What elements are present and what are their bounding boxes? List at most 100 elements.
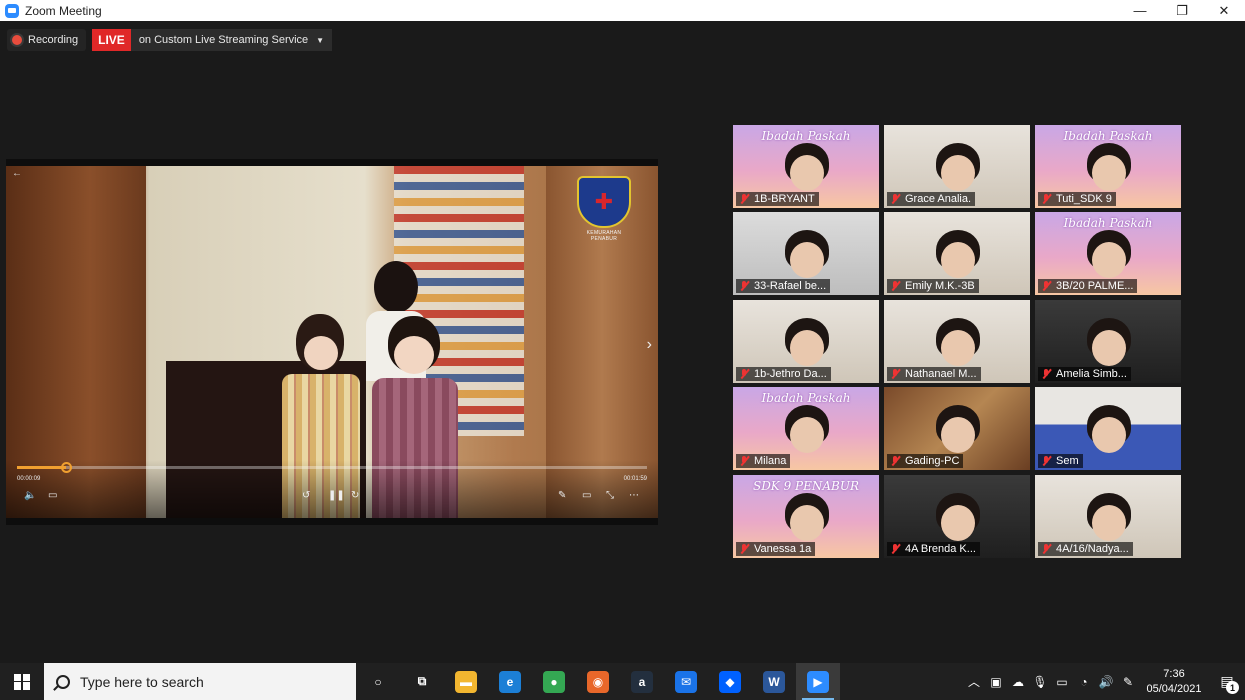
participant-name-label: 4A Brenda K... xyxy=(887,542,980,556)
subtitles-icon[interactable]: ▭ xyxy=(48,490,57,501)
back-arrow-icon[interactable]: ← xyxy=(12,168,22,179)
meeting-area: Recording LIVE on Custom Live Streaming … xyxy=(0,21,1245,663)
participant-name-label: Grace Analia. xyxy=(887,192,976,206)
microphone-muted-icon xyxy=(1040,368,1052,380)
seek-handle[interactable] xyxy=(60,462,72,473)
taskbar-search-box[interactable]: Type here to search xyxy=(44,663,356,700)
pause-icon[interactable]: ❚❚ xyxy=(328,490,345,501)
participant-name-label: 1b-Jethro Da... xyxy=(736,367,831,381)
rewind-icon[interactable]: ↺ xyxy=(302,490,310,501)
participant-name: 4A Brenda K... xyxy=(905,543,976,555)
participant-tile[interactable]: 4A/16/Nadya... xyxy=(1035,475,1181,558)
task-view-icon: ⧉ xyxy=(417,674,427,688)
participant-tile[interactable]: 4A Brenda K... xyxy=(884,475,1030,558)
shared-screen[interactable]: ✚ KEMURAHAN PENABUR ← › 00:00:09 00:01:5… xyxy=(6,159,658,525)
seek-bar[interactable] xyxy=(17,462,647,473)
participant-tile[interactable]: Ibadah Paskah 3B/20 PALME... xyxy=(1035,212,1181,295)
search-icon xyxy=(56,674,70,689)
taskbar-app-chrome[interactable]: ● xyxy=(532,663,576,700)
live-stream-dropdown[interactable]: on Custom Live Streaming Service ▼ xyxy=(130,29,333,51)
participant-face xyxy=(790,505,824,541)
participant-tile[interactable]: 33-Rafael be... xyxy=(733,212,879,295)
logo-caption: KEMURAHAN PENABUR xyxy=(586,230,622,242)
participant-name-label: Amelia Simb... xyxy=(1038,367,1131,381)
virtual-background-title: Ibadah Paskah xyxy=(1063,216,1153,230)
taskbar-app-firefox[interactable]: ◉ xyxy=(576,663,620,700)
participant-name: Tuti_SDK 9 xyxy=(1056,193,1112,205)
participant-face xyxy=(790,330,824,366)
virtual-background-title: SDK 9 PENABUR xyxy=(752,479,860,493)
onedrive-icon[interactable]: ☁ xyxy=(1007,663,1029,700)
microphone-muted-icon xyxy=(738,455,750,467)
participant-name-label: 4A/16/Nadya... xyxy=(1038,542,1133,556)
more-icon[interactable]: ⋯ xyxy=(629,490,639,501)
windows-logo-icon xyxy=(14,673,30,690)
microphone-muted-icon xyxy=(889,280,901,292)
battery-icon[interactable]: ▭ xyxy=(1051,663,1073,700)
participant-name: Gading-PC xyxy=(905,455,960,467)
participant-tile[interactable]: Ibadah Paskah 1B-BRYANT xyxy=(733,125,879,208)
taskbar-app-mail[interactable]: ✉ xyxy=(664,663,708,700)
participant-tile[interactable]: Emily M.K.-3B xyxy=(884,212,1030,295)
participant-name-label: Emily M.K.-3B xyxy=(887,279,979,293)
participant-name: Vanessa 1a xyxy=(754,543,812,555)
clock[interactable]: 7:36 05/04/2021 xyxy=(1139,667,1209,697)
participant-face xyxy=(790,417,824,453)
windows-taskbar: Type here to search ○ ⧉ ▬ e ● ◉ a ✉ ◆ W ▶ ︿ ▣ ☁ 🎙 … xyxy=(0,663,1245,700)
taskbar-app-dropbox[interactable]: ◆ xyxy=(708,663,752,700)
participant-tile[interactable]: Nathanael M... xyxy=(884,300,1030,383)
pen-icon[interactable]: ✎ xyxy=(558,490,566,501)
recording-bar: Recording LIVE on Custom Live Streaming … xyxy=(7,29,333,51)
participant-face xyxy=(1092,417,1126,453)
virtual-background-title: Ibadah Paskah xyxy=(761,391,851,405)
participant-tile[interactable]: Sem xyxy=(1035,387,1181,470)
participant-name: Grace Analia. xyxy=(905,193,972,205)
screen-icon[interactable]: ▭ xyxy=(582,490,591,501)
pen-workspace-icon[interactable]: ✎ xyxy=(1117,663,1139,700)
participant-tile[interactable]: Grace Analia. xyxy=(884,125,1030,208)
recording-indicator[interactable]: Recording xyxy=(7,29,87,51)
restore-button[interactable]: ❐ xyxy=(1161,0,1203,21)
wifi-icon[interactable]: ◔ xyxy=(1073,663,1095,700)
close-button[interactable]: ✕ xyxy=(1203,0,1245,21)
taskbar-app-zoom[interactable]: ▶ xyxy=(796,663,840,700)
caret-down-icon: ▼ xyxy=(316,35,325,45)
participant-tile[interactable]: Gading-PC xyxy=(884,387,1030,470)
participant-tile[interactable]: Amelia Simb... xyxy=(1035,300,1181,383)
title-bar: Zoom Meeting — ❐ ✕ xyxy=(0,0,1245,21)
participant-name-label: 33-Rafael be... xyxy=(736,279,831,293)
microphone-muted-icon xyxy=(889,543,901,555)
taskbar-app-task-view[interactable]: ⧉ xyxy=(400,663,444,700)
edge-icon: e xyxy=(499,670,521,693)
participant-tile[interactable]: Ibadah Paskah Tuti_SDK 9 xyxy=(1035,125,1181,208)
duration: 00:01:59 xyxy=(623,476,647,482)
taskbar-app-word[interactable]: W xyxy=(752,663,796,700)
notification-center-button[interactable]: ▤ 1 xyxy=(1209,663,1245,700)
taskbar-app-edge[interactable]: e xyxy=(488,663,532,700)
meet-now-icon[interactable]: ▣ xyxy=(985,663,1007,700)
cross-icon: ✚ xyxy=(594,189,614,214)
window-title: Zoom Meeting xyxy=(25,3,102,18)
exit-fullscreen-icon[interactable]: ⤡ xyxy=(606,490,614,501)
participant-tile[interactable]: SDK 9 PENABUR Vanessa 1a xyxy=(733,475,879,558)
volume-icon[interactable]: 🔈 xyxy=(24,490,36,501)
video-controls: 00:00:09 00:01:59 🔈 ▭ ↺ ❚❚ ↻ ✎ ▭ ⤡ ⋯ xyxy=(6,460,658,518)
microphone-muted-icon xyxy=(738,543,750,555)
taskbar-app-file-explorer[interactable]: ▬ xyxy=(444,663,488,700)
stream-target-label: on Custom Live Streaming Service xyxy=(138,34,309,46)
participant-tile[interactable]: Ibadah Paskah Milana xyxy=(733,387,879,470)
start-button[interactable] xyxy=(0,663,44,700)
taskbar-app-amazon[interactable]: a xyxy=(620,663,664,700)
forward-icon[interactable]: ↻ xyxy=(351,490,359,501)
microphone-muted-icon xyxy=(738,193,750,205)
participant-tile[interactable]: 1b-Jethro Da... xyxy=(733,300,879,383)
chevron-up-icon[interactable]: ︿ xyxy=(963,663,985,700)
seek-progress xyxy=(17,466,66,469)
taskbar-app-cortana[interactable]: ○ xyxy=(356,663,400,700)
speaker-icon[interactable]: 🔊 xyxy=(1095,663,1117,700)
microphone-icon[interactable]: 🎙 xyxy=(1029,663,1051,700)
file-explorer-icon: ▬ xyxy=(455,670,477,693)
window-controls: — ❐ ✕ xyxy=(1119,0,1245,21)
chevron-right-icon[interactable]: › xyxy=(647,336,652,354)
minimize-button[interactable]: — xyxy=(1119,0,1161,21)
